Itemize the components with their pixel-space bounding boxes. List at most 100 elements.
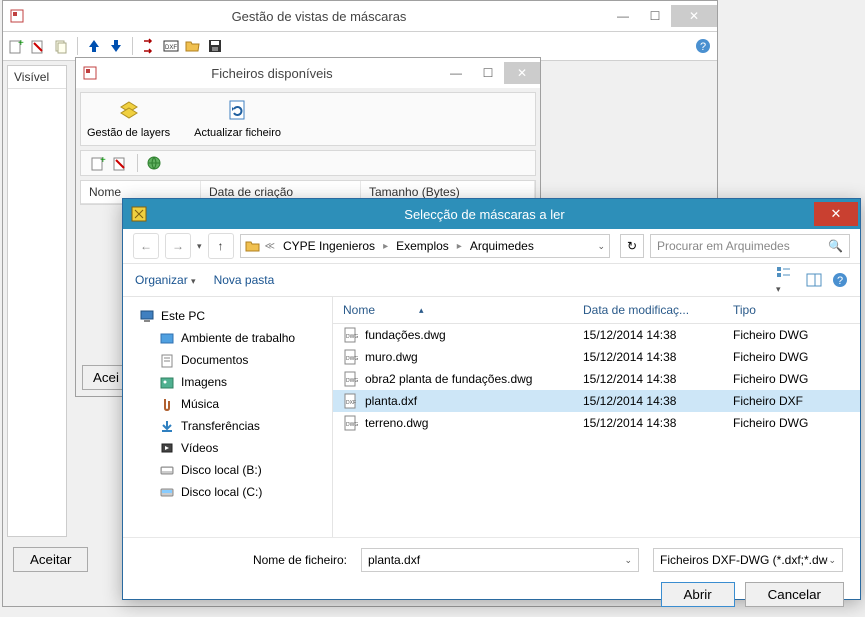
view-menu[interactable]: ▾ <box>776 265 796 295</box>
maximize-button[interactable]: ☐ <box>639 5 671 27</box>
up-arrow-icon[interactable] <box>86 38 102 54</box>
delete-icon[interactable] <box>31 38 47 54</box>
svg-text:DWG: DWG <box>346 356 358 362</box>
close-button[interactable]: ✕ <box>814 202 858 226</box>
folder-tree[interactable]: Este PC Ambiente de trabalhoDocumentosIm… <box>123 297 333 537</box>
chevron-right-icon: ▸ <box>383 241 388 252</box>
visible-panel: Visível <box>7 65 67 537</box>
visible-header: Visível <box>8 66 66 89</box>
tree-item[interactable]: Vídeos <box>123 437 332 459</box>
svg-text:DXF: DXF <box>165 45 177 51</box>
globe-icon[interactable] <box>146 155 162 171</box>
dialog-toolbar: Organizar ▾ Nova pasta ▾ ? <box>123 263 860 297</box>
preview-pane-button[interactable] <box>806 272 822 288</box>
delete-icon[interactable] <box>113 155 129 171</box>
separator <box>137 154 138 172</box>
svg-text:?: ? <box>700 41 706 53</box>
add-icon[interactable]: + <box>91 155 107 171</box>
separator <box>132 37 133 55</box>
file-row[interactable]: DXFplanta.dxf15/12/2014 14:38Ficheiro DX… <box>333 390 860 412</box>
import-icon[interactable] <box>141 38 157 54</box>
close-button[interactable]: ✕ <box>504 62 540 84</box>
down-arrow-icon[interactable] <box>108 38 124 54</box>
tree-item[interactable]: Transferências <box>123 415 332 437</box>
tool-panel: Gestão de layers Actualizar ficheiro <box>80 92 536 146</box>
separator <box>77 37 78 55</box>
file-row[interactable]: DWGfundações.dwg15/12/2014 14:38Ficheiro… <box>333 324 860 346</box>
tree-root[interactable]: Este PC <box>123 305 332 327</box>
svg-text:+: + <box>100 155 106 166</box>
crumb[interactable]: CYPE Ingenieros <box>279 237 379 255</box>
organize-menu[interactable]: Organizar ▾ <box>135 273 196 287</box>
chevron-down-icon: ⌄ <box>828 555 836 566</box>
titlebar: Ficheiros disponíveis — ☐ ✕ <box>76 58 540 88</box>
help-icon[interactable]: ? <box>695 38 711 54</box>
folder-icon <box>159 396 175 412</box>
maximize-button[interactable]: ☐ <box>472 62 504 84</box>
file-list: Nome▴ Data de modificaç... Tipo DWGfunda… <box>333 297 860 537</box>
file-row[interactable]: DWGmuro.dwg15/12/2014 14:38Ficheiro DWG <box>333 346 860 368</box>
save-icon[interactable] <box>207 38 223 54</box>
col-date[interactable]: Data de modificaç... <box>573 297 723 323</box>
search-input[interactable]: Procurar em Arquimedes 🔍 <box>650 234 850 258</box>
window-title: Ficheiros disponíveis <box>104 66 440 81</box>
refresh-tool[interactable]: Actualizar ficheiro <box>194 99 281 139</box>
file-row[interactable]: DWGterreno.dwg15/12/2014 14:38Ficheiro D… <box>333 412 860 434</box>
open-button[interactable]: Abrir <box>661 582 735 607</box>
tree-item[interactable]: Música <box>123 393 332 415</box>
dxf-icon[interactable]: DXF <box>163 38 179 54</box>
refresh-file-icon <box>226 99 250 123</box>
tree-item[interactable]: Ambiente de trabalho <box>123 327 332 349</box>
forward-button[interactable]: → <box>165 233 191 259</box>
chevron-down-icon: ⌄ <box>624 555 632 566</box>
back-button[interactable]: ← <box>133 233 159 259</box>
layers-tool[interactable]: Gestão de layers <box>87 99 170 139</box>
folder-icon <box>159 484 175 500</box>
titlebar: Gestão de vistas de máscaras — ☐ ✕ <box>3 1 717 31</box>
titlebar: Selecção de máscaras a ler ✕ <box>123 199 860 229</box>
accept-button[interactable]: Aceitar <box>13 547 88 572</box>
tree-item[interactable]: Disco local (B:) <box>123 459 332 481</box>
chevron-right-icon: ▸ <box>457 241 462 252</box>
svg-text:DXF: DXF <box>346 400 356 406</box>
copy-icon[interactable] <box>53 38 69 54</box>
history-dropdown[interactable]: ▾ <box>197 241 202 252</box>
sub-toolbar: + <box>80 150 536 176</box>
breadcrumb[interactable]: ≪ CYPE Ingenieros ▸ Exemplos ▸ Arquimede… <box>240 234 610 258</box>
svg-text:?: ? <box>837 275 843 287</box>
close-button[interactable]: ✕ <box>671 5 717 27</box>
file-row[interactable]: DWGobra2 planta de fundações.dwg15/12/20… <box>333 368 860 390</box>
folder-icon <box>159 352 175 368</box>
tree-item[interactable]: Disco local (C:) <box>123 481 332 503</box>
refresh-label: Actualizar ficheiro <box>194 127 281 139</box>
folder-icon <box>245 238 261 254</box>
filename-label: Nome de ficheiro: <box>139 553 353 567</box>
folder-icon <box>159 440 175 456</box>
minimize-button[interactable]: — <box>440 62 472 84</box>
refresh-button[interactable]: ↻ <box>620 234 644 258</box>
pc-icon <box>139 308 155 324</box>
filetype-filter[interactable]: Ficheiros DXF-DWG (*.dxf;*.dwg ⌄ <box>653 548 843 572</box>
svg-text:DWG: DWG <box>346 334 358 340</box>
folder-icon <box>159 418 175 434</box>
file-open-dialog: Selecção de máscaras a ler ✕ ← → ▾ ↑ ≪ C… <box>122 198 861 600</box>
chevron-icon: ≪ <box>265 241 275 252</box>
col-type[interactable]: Tipo <box>723 297 860 323</box>
help-icon[interactable]: ? <box>832 272 848 288</box>
new-folder-button[interactable]: Nova pasta <box>214 273 275 287</box>
crumb[interactable]: Arquimedes <box>466 237 538 255</box>
crumb[interactable]: Exemplos <box>392 237 453 255</box>
path-dropdown[interactable]: ⌄ <box>597 241 605 252</box>
tree-item[interactable]: Documentos <box>123 349 332 371</box>
col-name[interactable]: Nome▴ <box>333 297 573 323</box>
filename-input[interactable]: planta.dxf ⌄ <box>361 548 639 572</box>
folder-icon <box>159 462 175 478</box>
minimize-button[interactable]: — <box>607 5 639 27</box>
add-icon[interactable]: + <box>9 38 25 54</box>
open-folder-icon[interactable] <box>185 38 201 54</box>
file-icon: DXF <box>343 393 359 409</box>
file-icon: DWG <box>343 327 359 343</box>
cancel-button[interactable]: Cancelar <box>745 582 844 607</box>
tree-item[interactable]: Imagens <box>123 371 332 393</box>
up-button[interactable]: ↑ <box>208 233 234 259</box>
